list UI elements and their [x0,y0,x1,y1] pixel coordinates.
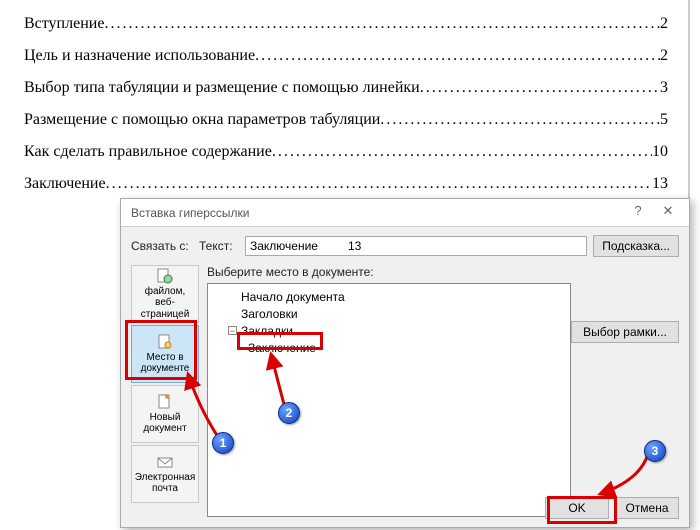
toc-leader [420,79,660,97]
new-document-icon [157,394,173,410]
toc-page: 3 [660,79,668,97]
linkto-label: Электронная почта [134,472,196,495]
toc-title: Цель и назначение использование [24,47,255,65]
tree-expander-icon[interactable]: − [228,326,237,335]
tree-label: Закладки [241,324,293,338]
help-button[interactable]: ? [623,203,653,223]
tree-label: Начало документа [241,290,345,304]
toc-leader [104,15,660,33]
linkto-place-in-doc[interactable]: Место в документе [131,325,199,383]
toc-entry: Размещение с помощью окна параметров таб… [24,111,668,129]
linkto-label: файлом, веб-страницей [134,286,196,321]
tree-node-bookmark-item[interactable]: Заключение [214,339,564,356]
linkto-label: Новый документ [134,412,196,435]
linkto-file-web[interactable]: файлом, веб-страницей [131,265,199,323]
toc-entry: Вступление 2 [24,15,668,33]
toc-page: 2 [660,15,668,33]
toc-page: 10 [652,143,668,161]
toc-title: Как сделать правильное содержание [24,143,272,161]
toc-entry: Как сделать правильное содержание 10 [24,143,668,161]
envelope-icon [157,454,173,470]
screentip-button[interactable]: Подсказка... [593,235,679,257]
toc-page: 5 [660,111,668,129]
toc-title: Заключение [24,175,106,193]
tree-node-headings[interactable]: Заголовки [214,305,564,322]
toc-entry: Цель и назначение использование 2 [24,47,668,65]
dialog-titlebar: Вставка гиперссылки ? ✕ [121,199,689,227]
ok-button[interactable]: OK [545,497,609,519]
toc-page: 13 [652,175,668,193]
toc-title: Вступление [24,15,104,33]
tree-label: Заголовки [241,307,298,321]
insert-hyperlink-dialog: Вставка гиперссылки ? ✕ Связать с: Текст… [120,198,690,528]
tree-label: Заключение [248,341,316,355]
toc-title: Выбор типа табуляции и размещение с помо… [24,79,420,97]
document-places-tree[interactable]: Начало документа Заголовки − Закладки За… [207,283,571,517]
document-place-icon [157,334,173,350]
select-place-prompt: Выберите место в документе: [207,265,571,279]
toc-leader [272,143,652,161]
tree-node-bookmarks[interactable]: − Закладки [214,322,564,339]
toc-page: 2 [660,47,668,65]
toc-leader [255,47,660,65]
display-text-input[interactable] [245,236,587,256]
dialog-title: Вставка гиперссылки [131,206,249,220]
text-row: Связать с: Текст: Подсказка... [121,227,689,263]
linkto-email[interactable]: Электронная почта [131,445,199,503]
linkto-new-document[interactable]: Новый документ [131,385,199,443]
toc-title: Размещение с помощью окна параметров таб… [24,111,380,129]
document-page: Вступление 2 Цель и назначение использов… [0,0,690,207]
toc-leader [106,175,652,193]
link-to-sidebar: файлом, веб-страницей Место в документе … [131,263,199,517]
toc-leader [380,111,660,129]
link-to-label: Связать с: [131,239,193,253]
close-button[interactable]: ✕ [653,203,683,223]
target-frame-button[interactable]: Выбор рамки... [571,321,679,343]
tree-node-top[interactable]: Начало документа [214,288,564,305]
toc-entry: Выбор типа табуляции и размещение с помо… [24,79,668,97]
cancel-button[interactable]: Отмена [615,497,679,519]
text-label: Текст: [199,239,239,253]
globe-page-icon [157,268,173,284]
toc-entry: Заключение 13 [24,175,668,193]
linkto-label: Место в документе [134,352,196,375]
